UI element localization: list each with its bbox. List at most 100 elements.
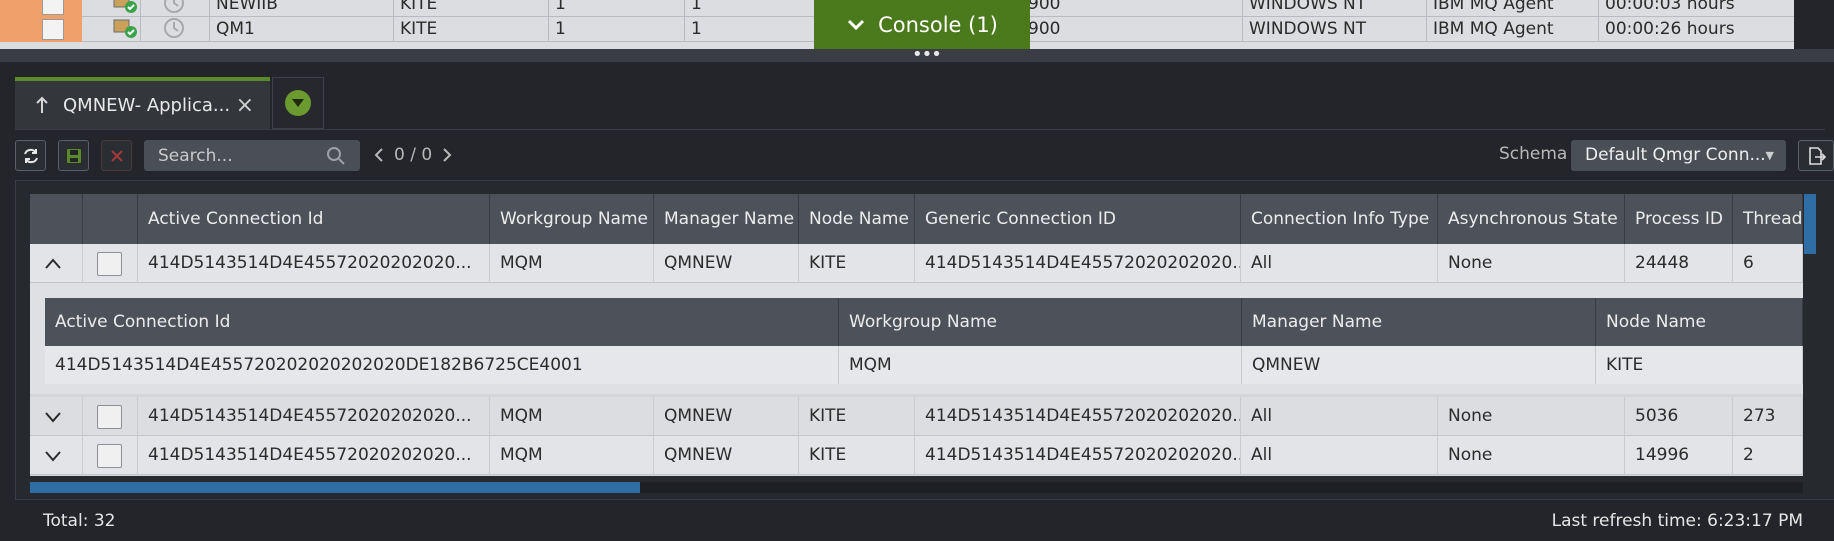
tab-qmnew-applications[interactable]: QMNEW- Applica... ×	[15, 77, 270, 129]
divider	[15, 129, 1825, 130]
async-state-cell: None	[1438, 397, 1625, 436]
console-label: Console (1)	[878, 12, 998, 37]
process-id-cell: 5036	[1625, 397, 1733, 436]
column-header[interactable]: Thread ID	[1733, 194, 1803, 244]
uptime: 00:00:26 hours	[1598, 17, 1735, 42]
row-status-marker	[0, 0, 82, 17]
agent: IBM MQ Agent	[1426, 17, 1554, 42]
pane-splitter[interactable]: •••	[0, 44, 1834, 65]
thread-id-cell: 273	[1733, 397, 1803, 436]
conn-id-cell: 414D5143514D4E45572020202020...	[138, 436, 490, 475]
node-cell: KITE	[799, 436, 915, 475]
column-header[interactable]: Generic Connection ID	[915, 194, 1241, 244]
expand-toggle[interactable]	[30, 397, 83, 436]
col-value: 1	[684, 0, 702, 17]
workgroup-cell: MQM	[490, 244, 654, 283]
search-icon[interactable]	[326, 146, 346, 166]
export-button[interactable]	[1798, 140, 1834, 171]
console-toggle-button[interactable]: Console (1)	[814, 0, 1030, 49]
conn-id-cell: 414D5143514D4E45572020202020...	[138, 397, 490, 436]
chevron-down-icon	[285, 90, 311, 116]
detail-column-header: Workgroup Name	[839, 298, 1242, 346]
select-column-header[interactable]	[83, 194, 138, 244]
clock-icon	[140, 17, 185, 42]
last-refresh-time: Last refresh time: 6:23:17 PM	[1551, 511, 1803, 531]
table-row[interactable]: 414D5143514D4E45572020202020... MQM QMNE…	[30, 244, 1803, 283]
refresh-button[interactable]	[15, 140, 46, 171]
generic-id-cell: 414D5143514D4E45572020202020...	[915, 397, 1241, 436]
node-name: KITE	[393, 17, 437, 42]
info-type-cell: All	[1241, 436, 1438, 475]
node-name: KITE	[393, 0, 437, 17]
column-header[interactable]: Manager Name	[654, 194, 799, 244]
count: 1	[548, 0, 566, 17]
row-checkbox[interactable]	[97, 252, 122, 276]
workgroup-cell: MQM	[490, 436, 654, 475]
save-icon	[66, 148, 81, 163]
column-header[interactable]: Asynchronous State	[1438, 194, 1625, 244]
process-id-cell: 14996	[1625, 436, 1733, 475]
column-header[interactable]: Active Connection Id	[138, 194, 490, 244]
arrow-up-icon	[36, 96, 48, 113]
delete-button[interactable]	[101, 140, 132, 171]
tab-menu-button[interactable]	[272, 77, 324, 129]
info-type-cell: All	[1241, 244, 1438, 283]
qmgr-name: NEWIIB	[209, 0, 278, 17]
generic-id-cell: 414D5143514D4E45572020202020...	[915, 436, 1241, 475]
column-header[interactable]: Connection Info Type	[1241, 194, 1438, 244]
platform: WINDOWS NT	[1242, 17, 1366, 42]
detail-conn-id: 414D5143514D4E455720202020202020DE182B67…	[45, 346, 839, 384]
clock-icon	[140, 0, 185, 17]
column-header[interactable]: Node Name	[799, 194, 915, 244]
horizontal-scroll-thumb[interactable]	[30, 482, 640, 493]
chevron-down-icon	[848, 19, 865, 30]
manager-cell: QMNEW	[654, 436, 799, 475]
col-value: 1	[684, 17, 702, 42]
column-header[interactable]: Workgroup Name	[490, 194, 654, 244]
count: 1	[548, 17, 566, 42]
row-detail-panel: Active Connection Id Workgroup Name Mana…	[30, 283, 1803, 394]
schema-label: Schema	[1499, 144, 1568, 164]
schema-value: Default Qmgr Conn...	[1585, 145, 1766, 165]
thread-id-cell: 6	[1733, 244, 1803, 283]
chevron-up-icon	[45, 258, 61, 269]
expand-column-header	[30, 194, 83, 244]
export-icon	[1809, 146, 1826, 165]
tab-label: QMNEW- Applica...	[63, 94, 231, 116]
close-icon	[110, 149, 123, 162]
async-state-cell: None	[1438, 244, 1625, 283]
save-button[interactable]	[58, 140, 89, 171]
generic-id-cell: 414D5143514D4E45572020202020...	[915, 244, 1241, 283]
collapse-toggle[interactable]	[30, 244, 83, 283]
total-count: Total: 32	[43, 511, 116, 531]
platform: WINDOWS NT	[1242, 0, 1366, 17]
row-checkbox[interactable]	[97, 444, 122, 468]
process-id-cell: 24448	[1625, 244, 1733, 283]
chevron-right-icon[interactable]	[442, 147, 452, 163]
queue-manager-icon	[96, 17, 138, 42]
info-type-cell: All	[1241, 397, 1438, 436]
detail-column-header: Active Connection Id	[45, 298, 839, 346]
row-status-marker	[0, 17, 82, 42]
detail-manager: QMNEW	[1242, 346, 1596, 384]
table-row[interactable]: 414D5143514D4E45572020202020... MQM QMNE…	[30, 397, 1803, 436]
node-cell: KITE	[799, 244, 915, 283]
vertical-scroll-thumb[interactable]	[1804, 194, 1816, 254]
table-row[interactable]: 414D5143514D4E45572020202020... MQM QMNE…	[30, 436, 1803, 475]
node-cell: KITE	[799, 397, 915, 436]
row-checkbox[interactable]	[42, 0, 64, 15]
column-header[interactable]: Process ID	[1625, 194, 1733, 244]
expand-toggle[interactable]	[30, 436, 83, 475]
close-icon[interactable]: ×	[236, 93, 254, 118]
row-checkbox[interactable]	[97, 405, 122, 429]
chevron-down-icon	[45, 412, 61, 423]
async-state-cell: None	[1438, 436, 1625, 475]
uptime: 00:00:03 hours	[1598, 0, 1735, 17]
qmgr-name: QM1	[209, 17, 255, 42]
row-checkbox[interactable]	[42, 19, 64, 40]
chevron-down-icon	[45, 451, 61, 462]
refresh-icon	[23, 148, 38, 163]
pager: 0 / 0	[374, 142, 452, 168]
chevron-left-icon[interactable]	[374, 147, 384, 163]
schema-select[interactable]: Default Qmgr Conn... ▼	[1571, 140, 1786, 171]
